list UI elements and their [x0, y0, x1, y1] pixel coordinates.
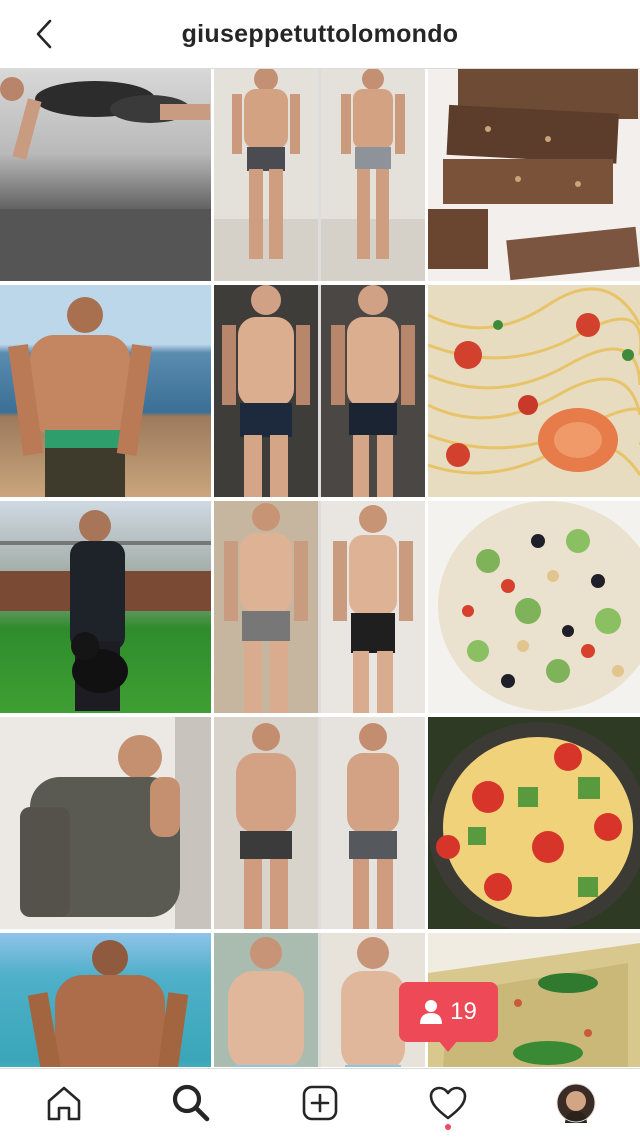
post-image-after [331, 285, 415, 497]
post-image-before [236, 723, 296, 929]
nav-search[interactable] [169, 1081, 213, 1125]
person-icon [420, 1000, 443, 1024]
post-thumbnail[interactable] [428, 285, 640, 497]
post-image-before [214, 69, 318, 281]
post-thumbnail[interactable] [0, 717, 211, 929]
post-image-before [224, 503, 308, 713]
profile-username[interactable]: giuseppetuttolomondo [0, 20, 640, 49]
home-icon [47, 1086, 81, 1121]
post-image [20, 717, 211, 929]
post-image [0, 510, 211, 711]
profile-avatar [556, 1083, 596, 1123]
post-image [428, 287, 640, 476]
bottom-nav [0, 1068, 640, 1139]
notification-count: 19 [450, 998, 477, 1025]
post-image [428, 69, 640, 281]
post-image-after [333, 505, 413, 713]
post-image-before [228, 937, 304, 1067]
post-thumbnail[interactable] [0, 933, 211, 1067]
post-thumbnail[interactable] [214, 933, 425, 1067]
nav-new-post[interactable] [298, 1081, 342, 1125]
post-thumbnail[interactable] [214, 69, 425, 281]
post-image-before [222, 285, 310, 497]
post-image-after [321, 69, 425, 281]
nav-activity[interactable] [426, 1081, 470, 1125]
post-image [438, 501, 640, 711]
posts-grid [0, 69, 640, 1067]
activity-indicator-dot [445, 1124, 451, 1130]
post-thumbnail[interactable] [214, 285, 425, 497]
nav-home[interactable] [42, 1081, 86, 1125]
badge-pointer [438, 1040, 458, 1052]
post-image-after [347, 723, 399, 929]
post-thumbnail[interactable] [0, 69, 211, 281]
post-thumbnail[interactable] [428, 69, 640, 281]
post-thumbnail[interactable] [0, 285, 211, 497]
search-icon [172, 1084, 210, 1122]
activity-heart-icon [429, 1086, 467, 1120]
nav-profile[interactable] [554, 1081, 598, 1125]
post-image [0, 77, 211, 281]
post-thumbnail[interactable] [0, 501, 211, 713]
post-image [8, 297, 152, 497]
post-thumbnail[interactable] [214, 501, 425, 713]
add-post-icon [302, 1085, 338, 1121]
post-thumbnail[interactable] [214, 717, 425, 929]
follower-notification-badge[interactable]: 19 [399, 982, 498, 1042]
post-image [27, 940, 189, 1067]
post-thumbnail[interactable] [428, 717, 640, 929]
post-thumbnail[interactable] [428, 501, 640, 713]
post-image [428, 722, 640, 929]
top-bar: giuseppetuttolomondo [0, 0, 640, 69]
